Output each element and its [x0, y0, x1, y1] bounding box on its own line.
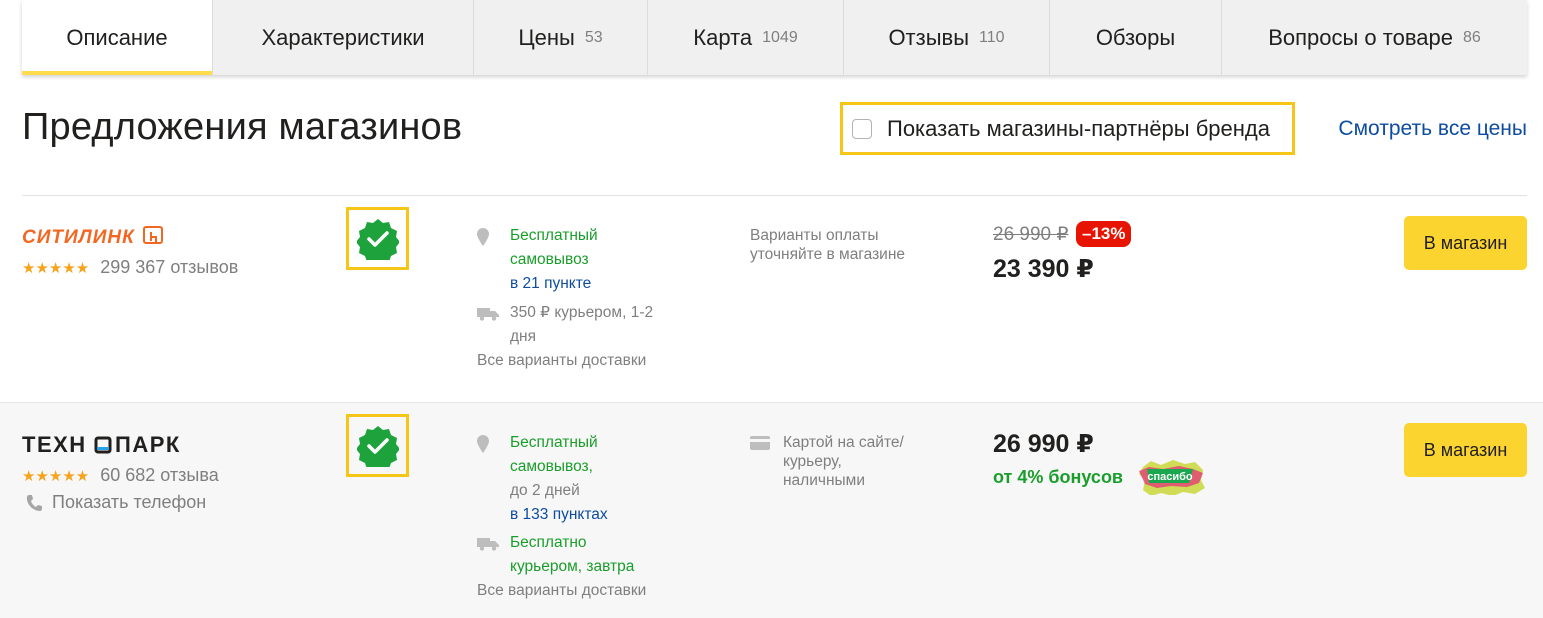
discount-badge: –13% — [1076, 221, 1132, 247]
all-delivery-options-link[interactable]: Все варианты доставки — [477, 349, 707, 373]
page-title: Предложения магазинов — [22, 106, 463, 148]
go-to-shop-button[interactable]: В магазин — [1404, 423, 1527, 477]
payment-info: Варианты оплаты уточняйте в магазине — [750, 226, 905, 264]
truck-icon — [477, 531, 510, 579]
tab-overviews[interactable]: Обзоры — [1050, 0, 1222, 75]
tab-count: 53 — [584, 28, 603, 46]
see-all-prices-link[interactable]: Смотреть все цены — [1338, 117, 1527, 141]
brand-partners-filter[interactable]: Показать магазины-партнёры бренда — [840, 102, 1295, 155]
tab-count: 86 — [1462, 28, 1481, 46]
verified-check-icon — [356, 425, 399, 467]
tab-label: Отзывы — [888, 24, 970, 50]
all-delivery-options-link[interactable]: Все варианты доставки — [477, 579, 707, 603]
tab-map[interactable]: Карта 1049 — [648, 0, 844, 75]
shop-rating[interactable]: ★★★★★ 299 367 отзывов — [22, 257, 238, 278]
verified-shop-badge — [346, 414, 409, 477]
pickup-text: самовывоз, — [510, 458, 593, 475]
brand-partners-checkbox[interactable] — [852, 118, 872, 139]
delivery-info: Бесплатный самовывоз, до 2 дней в 133 пу… — [477, 431, 707, 603]
pickup-points-link[interactable]: в 133 пунктах — [510, 503, 608, 527]
tab-description[interactable]: Описание — [22, 0, 213, 75]
reviews-count: 60 682 отзыва — [100, 465, 219, 485]
spasibo-label: спасибо — [1147, 471, 1193, 483]
phone-icon — [26, 494, 42, 511]
reviews-count: 299 367 отзывов — [100, 257, 239, 277]
pickup-text: Бесплатный — [510, 434, 598, 451]
old-price: 26 990 ₽ — [993, 224, 1069, 245]
product-tabs: Описание Характеристики Цены 53 Карта 1049… — [22, 0, 1527, 75]
delivery-info: Бесплатный самовывоз в 21 пункте 350 ₽ к… — [477, 224, 707, 373]
show-phone-label: Показать телефон — [52, 492, 207, 512]
verified-shop-badge — [346, 207, 409, 270]
pickup-points-link[interactable]: в 21 пункте — [510, 272, 598, 296]
shop-rating[interactable]: ★★★★★ 60 682 отзыва — [22, 465, 219, 486]
go-to-shop-button[interactable]: В магазин — [1404, 216, 1527, 270]
technopark-logo[interactable]: ТЕХН ПАРК — [22, 432, 194, 461]
payment-text: Варианты оплаты — [750, 227, 879, 244]
tab-count: 1049 — [762, 28, 798, 46]
payment-text: наличными — [783, 472, 865, 489]
svg-text:ТЕХН: ТЕХН — [22, 432, 87, 456]
tab-reviews[interactable]: Отзывы 110 — [844, 0, 1050, 75]
spasibo-logo: спасибо — [1133, 459, 1207, 500]
rating-stars-icon: ★★★★★ — [22, 467, 90, 485]
truck-icon — [477, 301, 510, 349]
courier-text: курьером, завтра — [510, 558, 635, 575]
price: 26 990 ₽ — [993, 430, 1094, 458]
tab-label: Вопросы о товаре — [1268, 24, 1453, 50]
offer-row: СИТИЛИНК ★★★★★ 299 367 отзывов Бесплатны… — [0, 196, 1543, 402]
payment-text: уточняйте в магазине — [750, 246, 906, 263]
tab-label: Цены — [518, 24, 575, 50]
brand-partners-label: Показать магазины-партнёры бренда — [887, 115, 1271, 141]
bonus-text: от 4% бонусов — [993, 467, 1123, 487]
tab-questions[interactable]: Вопросы о товаре 86 — [1222, 0, 1527, 75]
tab-label: Характеристики — [261, 24, 425, 50]
pin-icon — [477, 431, 510, 527]
tab-label: Описание — [66, 24, 168, 50]
courier-text: дня — [510, 328, 536, 345]
citilink-logo[interactable]: СИТИЛИНК — [22, 225, 168, 254]
pickup-text: самовывоз — [510, 251, 589, 268]
rating-stars-icon: ★★★★★ — [22, 259, 90, 277]
pickup-text: Бесплатный — [510, 227, 598, 244]
tab-label: Карта — [693, 24, 753, 50]
verified-check-icon — [356, 218, 399, 260]
tab-count: 110 — [979, 28, 1005, 46]
payment-info: Картой на сайте/ курьеру, наличными — [750, 433, 904, 490]
pin-icon — [477, 224, 510, 296]
show-phone-link[interactable]: Показать телефон — [26, 492, 206, 513]
courier-text: Бесплатно — [510, 534, 587, 551]
tab-specs[interactable]: Характеристики — [213, 0, 474, 75]
payment-text: Картой на сайте/ — [783, 434, 904, 451]
tab-label: Обзоры — [1095, 24, 1176, 50]
payment-text: курьеру, — [783, 453, 842, 470]
price: 23 390 ₽ — [993, 255, 1094, 283]
svg-text:ПАРК: ПАРК — [115, 432, 181, 456]
tab-prices[interactable]: Цены 53 — [474, 0, 648, 75]
svg-text:СИТИЛИНК: СИТИЛИНК — [22, 227, 135, 248]
card-icon — [750, 433, 783, 490]
courier-text: 350 ₽ курьером, 1-2 — [510, 304, 654, 321]
offer-row: ТЕХН ПАРК ★★★★★ 60 682 отзыва Показать т… — [0, 402, 1543, 618]
pickup-time: до 2 дней — [510, 482, 580, 499]
